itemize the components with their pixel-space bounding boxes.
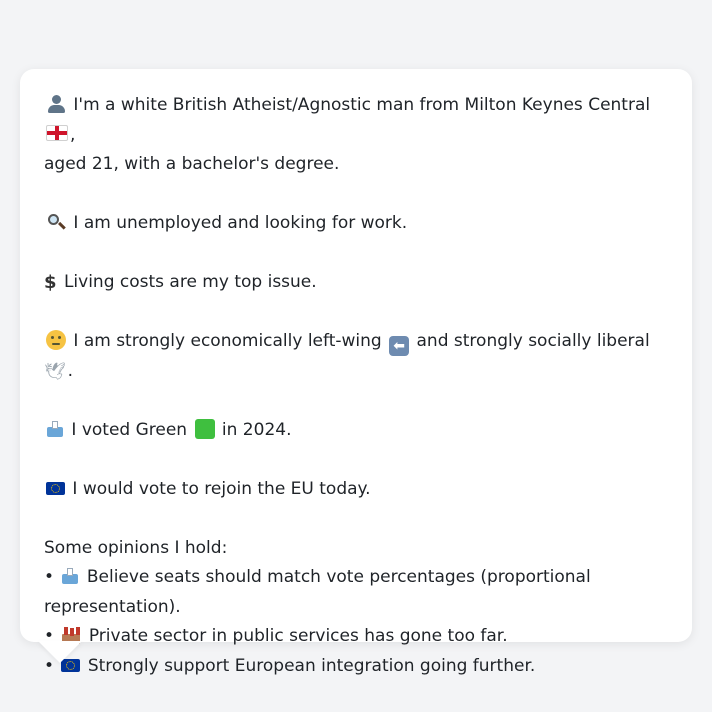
opinion-item: • Believe seats should match vote percen…	[44, 563, 668, 622]
opinion-text: Private sector in public services has go…	[88, 626, 508, 646]
bubble-tail	[38, 641, 82, 663]
ballot-box-icon	[46, 420, 64, 438]
intro-comma: ,	[70, 124, 76, 145]
employment-text: I am unemployed and looking for work.	[73, 213, 408, 233]
intro-text-continued: aged 21, with a bachelor's degree.	[44, 154, 340, 174]
intro-text: I'm a white British Atheist/Agnostic man…	[73, 95, 651, 115]
england-flag-icon	[46, 124, 68, 141]
eu-flag-icon	[46, 481, 65, 495]
ideology-text-a: I am strongly economically left-wing	[73, 331, 382, 351]
opinion-text-continued: representation).	[44, 596, 181, 617]
vote-text-a: I voted Green	[71, 419, 188, 440]
opinion-item: • Strongly support European integration …	[44, 652, 668, 682]
ballot-box-icon	[61, 567, 79, 585]
opinion-text: Strongly support European integration go…	[87, 655, 536, 676]
vote-line: I voted Green in 2024.	[44, 416, 668, 446]
dove-icon: 🕊	[44, 361, 66, 382]
intro-line: I'm a white British Atheist/Agnostic man…	[44, 91, 668, 180]
top-issue-line: $ Living costs are my top issue.	[44, 268, 668, 298]
magnifying-glass-icon	[46, 212, 66, 232]
eu-line: I would vote to rejoin the EU today.	[44, 475, 668, 505]
eu-text: I would vote to rejoin the EU today.	[72, 478, 371, 499]
vote-text-b: in 2024.	[221, 419, 292, 440]
thinking-face-icon	[46, 330, 66, 350]
person-icon	[46, 94, 66, 114]
ideology-line: I am strongly economically left-wing ⬅ a…	[44, 327, 668, 386]
opinions-heading: Some opinions I hold:	[44, 537, 228, 558]
ideology-period: .	[67, 360, 73, 381]
ideology-text-b: and strongly socially liberal	[416, 331, 650, 351]
top-issue-text: Living costs are my top issue.	[63, 272, 317, 292]
opinion-item: • Private sector in public services has …	[44, 622, 668, 652]
dollar-sign-icon: $	[44, 272, 57, 293]
left-arrow-icon: ⬅	[389, 336, 410, 356]
opinion-text: Believe seats should match vote percenta…	[86, 567, 591, 587]
green-square-icon	[194, 418, 215, 439]
message-bubble: I'm a white British Atheist/Agnostic man…	[20, 69, 692, 676]
employment-line: I am unemployed and looking for work.	[44, 209, 668, 239]
bullet: •	[44, 567, 55, 587]
